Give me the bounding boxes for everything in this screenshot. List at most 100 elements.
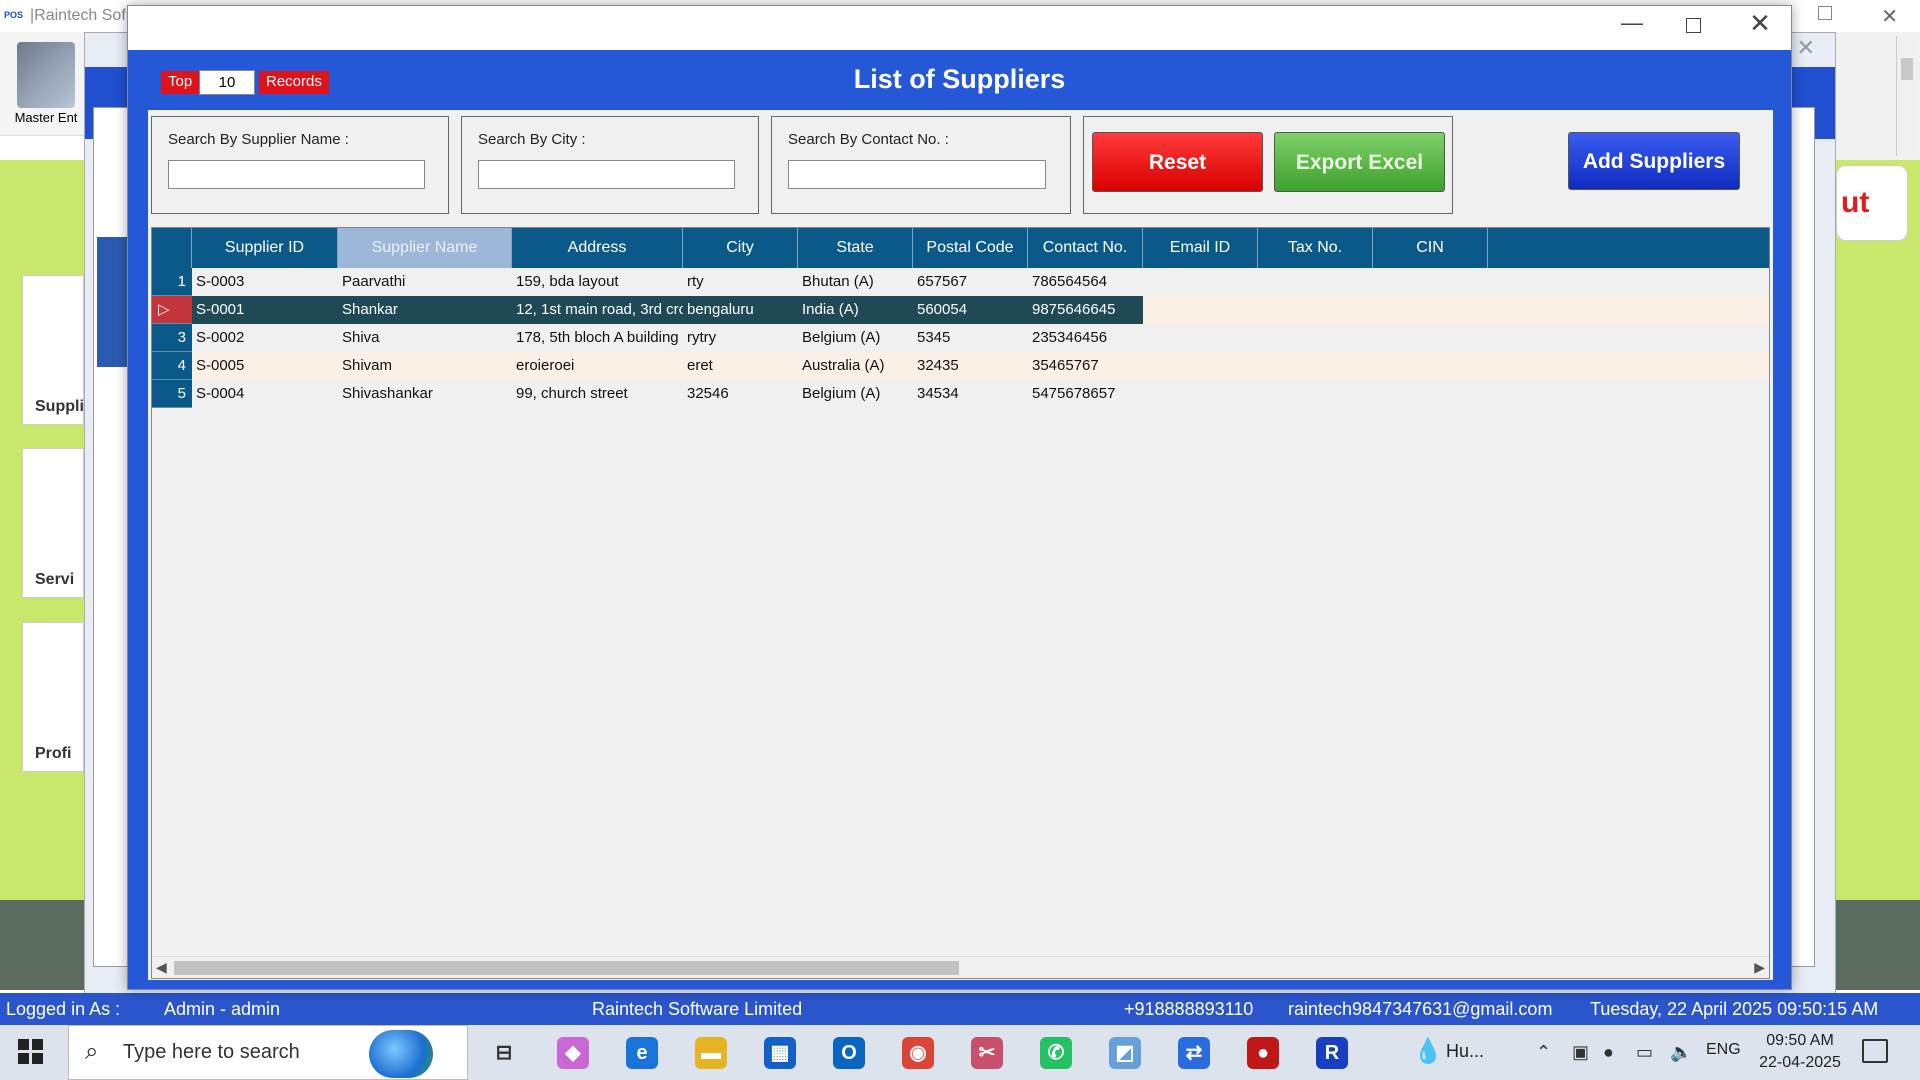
supplier-name-search-input[interactable] <box>168 160 425 189</box>
table-cell-cin[interactable] <box>1373 352 1488 380</box>
file-explorer-icon[interactable]: ▬ <box>695 1037 727 1069</box>
scroll-right-icon[interactable]: ▶ <box>1754 959 1765 976</box>
raintech-icon[interactable]: R <box>1316 1037 1348 1069</box>
restore-icon[interactable] <box>1818 6 1832 20</box>
maximize-icon[interactable] <box>1673 12 1713 39</box>
chevron-up-icon[interactable]: ⌃ <box>1536 1042 1551 1063</box>
table-cell-email[interactable] <box>1143 380 1258 408</box>
column-header-supplier-id[interactable]: Supplier ID <box>192 228 338 268</box>
table-cell-state[interactable]: Belgium (A) <box>798 380 913 408</box>
table-cell-state[interactable]: Bhutan (A) <box>798 268 913 296</box>
table-cell-city[interactable]: rytry <box>683 324 798 352</box>
app-icon[interactable]: ◩ <box>1109 1037 1141 1069</box>
table-cell-city[interactable]: eret <box>683 352 798 380</box>
table-cell-id[interactable]: S-0001 <box>192 296 338 324</box>
table-cell-name[interactable]: Shiva <box>338 324 512 352</box>
suppliers-tile[interactable]: Suppli <box>22 275 84 425</box>
copilot-icon[interactable]: ◆ <box>557 1037 589 1069</box>
scroll-thumb[interactable] <box>1901 58 1913 80</box>
city-search-input[interactable] <box>478 160 735 189</box>
table-cell-tax[interactable] <box>1258 324 1373 352</box>
table-cell-state[interactable]: Belgium (A) <box>798 324 913 352</box>
column-header-state[interactable]: State <box>798 228 913 268</box>
chrome-icon[interactable]: ◉ <box>902 1037 934 1069</box>
task-view-icon[interactable]: ⊟ <box>488 1037 520 1069</box>
add-suppliers-button[interactable]: Add Suppliers <box>1568 132 1740 190</box>
table-cell-name[interactable]: Shivam <box>338 352 512 380</box>
table-cell-email[interactable] <box>1143 268 1258 296</box>
column-header-email-id[interactable]: Email ID <box>1143 228 1258 268</box>
table-cell-cin[interactable] <box>1373 324 1488 352</box>
table-cell-address[interactable]: eroieroei <box>512 352 683 380</box>
table-cell-postal[interactable]: 5345 <box>913 324 1028 352</box>
taskbar-search[interactable]: ⌕ Type here to search <box>68 1025 468 1080</box>
volume-icon[interactable]: 🔈 <box>1670 1042 1692 1063</box>
table-cell-name[interactable]: Paarvathi <box>338 268 512 296</box>
background-scrollbar[interactable] <box>1896 36 1916 156</box>
services-tile[interactable]: Servi <box>22 448 84 598</box>
table-cell-address[interactable]: 99, church street <box>512 380 683 408</box>
table-row[interactable]: 1 S-0003 Paarvathi 159, bda layout rty Bhutan… <box>152 268 1769 296</box>
table-cell-name[interactable]: Shivashankar <box>338 380 512 408</box>
table-cell-email[interactable] <box>1143 324 1258 352</box>
column-header-cin[interactable]: CIN <box>1373 228 1488 268</box>
meet-icon[interactable]: ▣ <box>1572 1042 1589 1063</box>
contact-search-input[interactable] <box>788 160 1046 189</box>
table-cell-address[interactable]: 178, 5th bloch A building <box>512 324 683 352</box>
table-cell-contact[interactable]: 35465767 <box>1028 352 1143 380</box>
table-cell-city[interactable]: bengaluru <box>683 296 798 324</box>
close-icon[interactable]: ✕ <box>1797 35 1815 61</box>
language-indicator[interactable]: ENG <box>1706 1041 1741 1059</box>
store-icon[interactable]: ▦ <box>764 1037 796 1069</box>
notification-icon[interactable] <box>1862 1039 1888 1063</box>
logout-button[interactable]: ut <box>1836 165 1908 241</box>
column-header-tax-no[interactable]: Tax No. <box>1258 228 1373 268</box>
horizontal-scrollbar[interactable]: ◀ ▶ <box>152 956 1769 978</box>
whatsapp-icon[interactable]: ✆ <box>1040 1037 1072 1069</box>
clock[interactable]: 09:50 AM 22-04-2025 <box>1755 1030 1845 1074</box>
table-cell-postal[interactable]: 32435 <box>913 352 1028 380</box>
close-icon[interactable]: ✕ <box>1740 8 1780 39</box>
master-entry-button[interactable]: Master Ent <box>6 38 86 134</box>
outlook-icon[interactable]: O <box>833 1037 865 1069</box>
table-cell-email[interactable] <box>1143 296 1258 324</box>
minimize-icon[interactable]: — <box>1612 10 1652 36</box>
microphone-icon[interactable]: ● <box>1603 1042 1614 1063</box>
row-header[interactable]: 3 <box>152 324 192 352</box>
table-cell-id[interactable]: S-0004 <box>192 380 338 408</box>
row-header[interactable]: 5 <box>152 380 192 408</box>
table-cell-name[interactable]: Shankar <box>338 296 512 324</box>
scroll-thumb[interactable] <box>174 961 959 975</box>
column-header-contact-no[interactable]: Contact No. <box>1028 228 1143 268</box>
table-cell-cin[interactable] <box>1373 296 1488 324</box>
table-cell-postal[interactable]: 657567 <box>913 268 1028 296</box>
column-header-supplier-name[interactable]: Supplier Name <box>338 228 512 268</box>
network-icon[interactable]: ▭ <box>1636 1042 1653 1063</box>
table-cell-tax[interactable] <box>1258 380 1373 408</box>
snipping-tool-icon[interactable]: ✂ <box>971 1037 1003 1069</box>
row-header[interactable]: 4 <box>152 352 192 380</box>
table-cell-state[interactable]: Australia (A) <box>798 352 913 380</box>
table-cell-cin[interactable] <box>1373 268 1488 296</box>
table-cell-id[interactable]: S-0005 <box>192 352 338 380</box>
column-header-address[interactable]: Address <box>512 228 683 268</box>
row-header[interactable]: 1 <box>152 268 192 296</box>
table-cell-tax[interactable] <box>1258 296 1373 324</box>
table-cell-address[interactable]: 159, bda layout <box>512 268 683 296</box>
table-cell-state[interactable]: India (A) <box>798 296 913 324</box>
table-row[interactable]: ▷S-0001Shankar12, 1st main road, 3rd cro… <box>152 296 1769 324</box>
table-cell-tax[interactable] <box>1258 352 1373 380</box>
edge-icon[interactable]: e <box>626 1037 658 1069</box>
table-cell-id[interactable]: S-0003 <box>192 268 338 296</box>
column-header-city[interactable]: City <box>683 228 798 268</box>
table-cell-address[interactable]: 12, 1st main road, 3rd cross <box>512 296 683 324</box>
table-row[interactable]: 3 S-0002 Shiva 178, 5th bloch A building ryt… <box>152 324 1769 352</box>
close-icon[interactable]: ✕ <box>1881 4 1898 29</box>
table-cell-contact[interactable]: 5475678657 <box>1028 380 1143 408</box>
table-cell-email[interactable] <box>1143 352 1258 380</box>
start-button[interactable] <box>18 1039 44 1065</box>
export-excel-button[interactable]: Export Excel <box>1274 132 1445 192</box>
profile-tile[interactable]: Profi <box>22 622 84 772</box>
reset-button[interactable]: Reset <box>1092 132 1263 192</box>
table-cell-tax[interactable] <box>1258 268 1373 296</box>
